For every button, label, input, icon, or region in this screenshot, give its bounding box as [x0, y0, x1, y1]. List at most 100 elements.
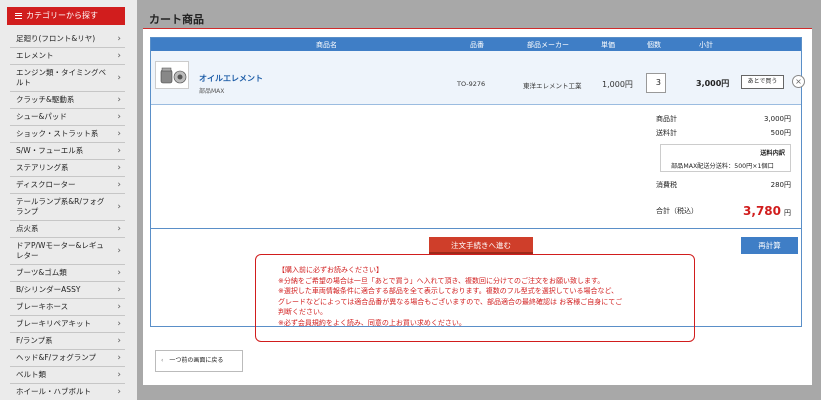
category-item-label: テールランプ系&R/フォグランプ: [16, 197, 105, 216]
product-maker: 東洋エレメント工業: [523, 82, 582, 90]
category-item-label: S/W・フューエル系: [16, 146, 84, 155]
category-header-label: カテゴリーから探す: [26, 11, 98, 20]
chevron-right-icon: ›: [117, 163, 121, 173]
header-product-name: 商品名: [316, 41, 337, 49]
category-item-label: エンジン類・タイミングベルト: [16, 68, 106, 87]
notice-line: 判断ください。: [278, 308, 327, 316]
remove-item-icon[interactable]: ×: [792, 75, 805, 88]
category-item-label: エレメント: [16, 51, 54, 60]
shipping-breakdown-title: 送料内訳: [760, 150, 785, 157]
product-part-number: TO-9276: [457, 80, 486, 88]
category-item[interactable]: テールランプ系&R/フォグランプ ›: [10, 194, 125, 221]
notice-heading: 【購入前に必ずお読みください】: [278, 266, 383, 274]
category-item-label: ブレーキホース: [16, 302, 69, 311]
recalculate-button[interactable]: 再計算: [741, 237, 798, 254]
category-item[interactable]: エンジン類・タイミングベルト ›: [10, 65, 125, 92]
notice-line: ※必ず会員規約をよく読み、同意の上お買い求めください。: [278, 318, 466, 327]
menu-icon: [15, 11, 22, 20]
chevron-right-icon: ›: [117, 146, 121, 156]
category-item[interactable]: S/W・フューエル系 ›: [10, 143, 125, 160]
category-item-label: ショック・ストラット系: [16, 129, 99, 138]
cart-panel: 商品名 品番 部品メーカー 単価 個数 小計 オイルエレメント 部品MAX TO…: [143, 29, 812, 385]
notice-line: ※選択した車両情報条件に適合する部品を全て表示しております。複数のフル型式を選択…: [278, 287, 619, 295]
chevron-right-icon: ›: [117, 112, 121, 122]
category-item-label: 足廻り(フロント&リヤ): [16, 34, 96, 43]
category-item[interactable]: ブレーキリペアキット ›: [10, 316, 125, 333]
grand-total-unit: 円: [784, 209, 791, 217]
chevron-right-icon: ›: [117, 336, 121, 346]
header-subtotal: 小計: [699, 41, 713, 49]
product-subtotal: 3,000円: [696, 79, 730, 88]
category-item-label: ホイール・ハブボルト: [16, 387, 91, 396]
category-item[interactable]: F/ランプ系 ›: [10, 333, 125, 350]
chevron-right-icon: ›: [117, 302, 121, 312]
chevron-right-icon: ›: [117, 34, 121, 44]
category-list: 足廻り(フロント&リヤ) › エレメント › エンジン類・タイミングベルト › クラッ…: [10, 31, 125, 400]
page-title: カート商品: [149, 13, 204, 26]
cart-item-row: オイルエレメント 部品MAX TO-9276 東洋エレメント工業 1,000円 …: [151, 51, 805, 105]
chevron-right-icon: ›: [117, 353, 121, 363]
chevron-right-icon: ›: [117, 370, 121, 380]
notice-line: グレードなどによっては適合品番が異なる場合もございますので、部品適合の最終確認は…: [278, 297, 623, 306]
tax-label: 消費税: [656, 181, 677, 189]
chevron-right-icon: ›: [117, 51, 121, 61]
purchase-notice: 【購入前に必ずお読みください】 ※分納をご希望の場合は一旦「あとで買う」へ入れて…: [255, 254, 695, 342]
category-item[interactable]: ベルト類 ›: [10, 367, 125, 384]
goods-total-value: 3,000円: [763, 115, 791, 123]
section-divider: [151, 228, 801, 229]
category-item-label: ステアリング系: [16, 163, 69, 172]
category-item-label: ブーツ&ゴム類: [16, 268, 67, 277]
category-item[interactable]: 点火系 ›: [10, 221, 125, 238]
proceed-to-checkout-button[interactable]: 注文手続きへ進む: [429, 237, 533, 254]
category-item-label: クラッチ&駆動系: [16, 95, 75, 104]
category-item-label: シュー&パッド: [16, 112, 67, 121]
header-maker: 部品メーカー: [527, 41, 569, 49]
shipping-breakdown-detail: 部品MAX配送分送料：500円×1個口: [671, 163, 774, 170]
category-item[interactable]: ディスクローター ›: [10, 177, 125, 194]
category-item[interactable]: ホイール・ハブボルト ›: [10, 384, 125, 400]
category-item-label: 点火系: [16, 224, 39, 233]
category-item[interactable]: クラッチ&駆動系 ›: [10, 92, 125, 109]
header-part-number: 品番: [470, 41, 484, 49]
chevron-right-icon: ›: [117, 202, 121, 212]
category-sidebar: カテゴリーから探す 足廻り(フロント&リヤ) › エレメント › エンジン類・タイミ…: [0, 0, 137, 400]
category-header[interactable]: カテゴリーから探す: [7, 7, 125, 25]
header-quantity: 個数: [647, 41, 661, 49]
category-item-label: ブレーキリペアキット: [16, 319, 91, 328]
chevron-right-icon: ›: [117, 129, 121, 139]
category-item[interactable]: エレメント ›: [10, 48, 125, 65]
chevron-right-icon: ›: [117, 319, 121, 329]
category-item-label: ベルト類: [16, 370, 46, 379]
quantity-input[interactable]: 3: [646, 73, 666, 93]
chevron-right-icon: ›: [117, 73, 121, 83]
cart-table-header: 商品名 品番 部品メーカー 単価 個数 小計: [151, 38, 801, 51]
product-unit-price: 1,000円: [602, 80, 633, 89]
category-item[interactable]: ステアリング系 ›: [10, 160, 125, 177]
category-item[interactable]: ショック・ストラット系 ›: [10, 126, 125, 143]
chevron-right-icon: ›: [117, 387, 121, 397]
chevron-right-icon: ›: [117, 285, 121, 295]
notice-line: ※分納をご希望の場合は一旦「あとで買う」へ入れて頂き、複数回に分けてのご注文をお…: [278, 276, 605, 285]
chevron-left-icon: ‹: [161, 357, 164, 364]
category-item[interactable]: ブーツ&ゴム類 ›: [10, 265, 125, 282]
category-item[interactable]: 足廻り(フロント&リヤ) ›: [10, 31, 125, 48]
buy-later-button[interactable]: あとで買う: [741, 75, 784, 89]
category-item-label: B/シリンダーASSY: [16, 285, 81, 294]
product-name-link[interactable]: オイルエレメント: [199, 73, 263, 84]
category-item[interactable]: ブレーキホース ›: [10, 299, 125, 316]
shipping-total-label: 送料計: [656, 129, 677, 137]
chevron-right-icon: ›: [117, 224, 121, 234]
goods-total-label: 商品計: [656, 115, 677, 123]
category-item[interactable]: ドアP/Wモーター&レギュレター ›: [10, 238, 125, 265]
product-thumbnail[interactable]: [155, 61, 189, 89]
category-item[interactable]: B/シリンダーASSY ›: [10, 282, 125, 299]
back-button[interactable]: ‹ 一つ前の画面に戻る: [155, 350, 243, 372]
back-button-label: 一つ前の画面に戻る: [169, 357, 224, 364]
category-item[interactable]: シュー&パッド ›: [10, 109, 125, 126]
category-item-label: ヘッド&F/フォグランプ: [16, 353, 96, 362]
category-item[interactable]: ヘッド&F/フォグランプ ›: [10, 350, 125, 367]
shipping-total-value: 500円: [770, 129, 791, 137]
category-item-label: F/ランプ系: [16, 336, 53, 345]
tax-value: 280円: [770, 181, 791, 189]
category-item-label: ドアP/Wモーター&レギュレター: [16, 241, 104, 260]
